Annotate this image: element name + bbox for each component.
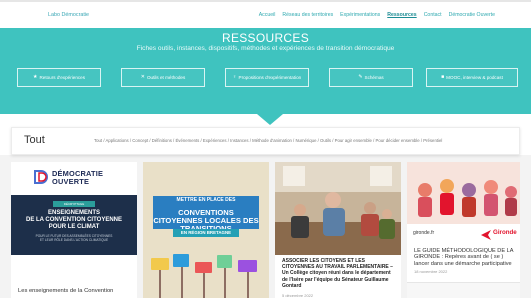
top-bar: Labo Démocratie Accueil Réseau des terri… (0, 0, 531, 28)
card-heading: ENSEIGNEMENTS DE LA CONVENTION CITOYENNE… (25, 210, 122, 230)
nav-experimentations[interactable]: Expérimentations (340, 12, 380, 18)
logo-text-2: OUVERTE (52, 177, 90, 186)
sign-stick (224, 268, 226, 298)
sign-shape (238, 260, 257, 272)
schemas-button[interactable]: ✎ Schémas (329, 68, 413, 87)
outils-methodes-button[interactable]: ✕ Outils et méthodes (121, 68, 205, 87)
sign-shape (195, 262, 212, 273)
resource-card[interactable]: DÉMOCRATIE OUVERTE DÉCRYPTAGE ENSEIGNEME… (11, 162, 137, 298)
card-title[interactable]: LE GUIDE MÉTHODOLOGIQUE DE LA GIRONDE : … (414, 248, 518, 267)
button-label: Outils et méthodes (146, 74, 186, 80)
nav-contact[interactable]: Contact (424, 12, 442, 18)
gironde-logo-text: Gironde (493, 229, 517, 236)
filter-bar: Tout Tout / Applications / Concept / Déf… (11, 127, 520, 155)
resource-card[interactable]: gironde.fr Gironde LE GUIDE MÉTHODOLOGIQ… (407, 162, 520, 298)
card-date: 18 novembre 2022 (414, 269, 448, 274)
star-icon: ★ (32, 73, 38, 80)
resource-card[interactable]: METTRE EN PLACE DES CONVENTIONS CITOYENN… (143, 162, 269, 298)
media-icon: ■ (441, 73, 445, 80)
decryptage-badge: DÉCRYPTAGE (53, 201, 95, 207)
page-title: RESSOURCES (221, 31, 310, 45)
logo-strip: gironde.fr Gironde (407, 224, 520, 242)
poster-band-bottom: EN RÉGION BRETAGNE (173, 229, 239, 237)
democratie-ouverte-logo-icon (34, 170, 48, 184)
mooc-button[interactable]: ■ MOOC, interview & podcast (426, 68, 518, 87)
current-filter-title: Tout (24, 134, 45, 146)
card-thumbnail[interactable]: DÉMOCRATIE OUVERTE DÉCRYPTAGE ENSEIGNEME… (11, 162, 137, 255)
sign-stick (247, 272, 249, 298)
hero-banner: RESSOURCES Fiches outils, instances, dis… (0, 28, 531, 114)
retours-experiences-button[interactable]: ★ Retours d'expériences (17, 68, 101, 87)
card-thumbnail[interactable]: gironde.fr Gironde (407, 162, 520, 242)
sign-stick (181, 267, 183, 298)
button-label: Schémas (364, 74, 384, 80)
pencil-icon: ✎ (358, 73, 363, 80)
bulb-icon: ♀ (232, 73, 237, 80)
nav-ressources[interactable]: Ressources (387, 12, 416, 18)
sign-stick (203, 273, 205, 298)
card-title[interactable]: Les enseignements de la Convention (18, 288, 113, 295)
resource-card[interactable]: ASSOCIER LES CITOYENS ET LES CITOYENNES … (275, 162, 401, 298)
nav-democratie-ouverte[interactable]: Démocratie Ouverte (449, 12, 495, 18)
meeting-photo (275, 162, 401, 255)
page-subtitle: Fiches outils, instances, dispositifs, m… (136, 45, 395, 52)
button-label: Propositions d'expérimentation (238, 74, 302, 80)
nav-reseau[interactable]: Réseau des territoires (282, 12, 333, 18)
button-label: MOOC, interview & podcast (446, 74, 503, 80)
category-filters[interactable]: Tout / Applications / Concept / Définiti… (94, 138, 442, 143)
card-thumbnail[interactable]: METTRE EN PLACE DES CONVENTIONS CITOYENN… (143, 162, 269, 298)
hero-pointer (257, 114, 283, 125)
main-nav: Accueil Réseau des territoires Expérimen… (252, 12, 495, 18)
dark-banner: DÉCRYPTAGE ENSEIGNEMENTS DE LA CONVENTIO… (11, 195, 137, 255)
illustration-people (407, 162, 520, 224)
sign-shape (217, 255, 232, 268)
poster-title: CONVENTIONS CITOYENNES LOCALES DES TRANS… (153, 205, 259, 233)
next-card-preview (407, 282, 520, 298)
card-title[interactable]: ASSOCIER LES CITOYENS ET LES CITOYENNES … (282, 258, 396, 289)
sign-stick (159, 270, 161, 298)
tools-icon: ✕ (140, 73, 145, 80)
sign-shape (151, 258, 169, 270)
gironde-logo-icon (481, 227, 491, 240)
poster-band-top: METTRE EN PLACE DES (153, 196, 259, 205)
nav-accueil[interactable]: Accueil (259, 12, 276, 18)
card-date: 5 décembre 2022 (282, 293, 314, 298)
button-label: Retours d'expériences (39, 74, 86, 80)
logo-area: DÉMOCRATIE OUVERTE (11, 162, 137, 195)
propositions-experimentation-button[interactable]: ♀ Propositions d'expérimentation (225, 68, 309, 87)
card-thumbnail-photo[interactable] (275, 162, 401, 255)
card-subheading: POUR LE FUTUR DES ASSEMBLÉES CITOYENNES … (35, 234, 113, 242)
brand-link[interactable]: Labo Démocratie (48, 12, 89, 18)
gironde-fr-logo: gironde.fr (413, 230, 435, 236)
sign-shape (173, 254, 189, 267)
